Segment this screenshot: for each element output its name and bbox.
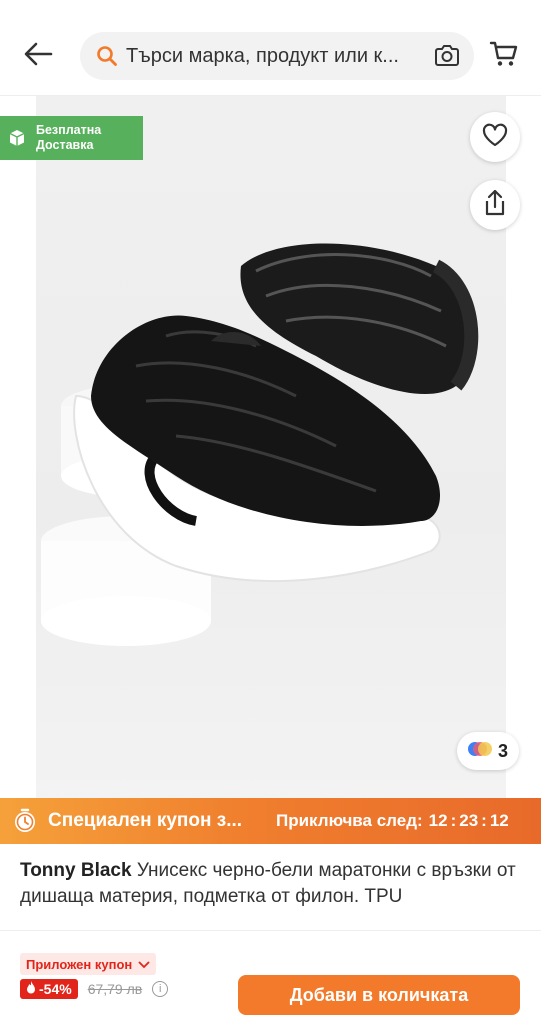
old-price: 67,79 лв	[87, 981, 143, 997]
box-icon	[8, 129, 26, 147]
countdown-separator: :	[450, 811, 457, 830]
discount-badge: -54%	[20, 979, 78, 999]
countdown-separator: :	[481, 811, 487, 830]
free-shipping-badge: Безплатна Доставка	[0, 116, 143, 160]
special-coupon-banner[interactable]: Специален купон з... Приключва след: 12 …	[0, 798, 541, 844]
applied-coupon-button[interactable]: Приложен купон	[20, 953, 157, 975]
product-title: Tonny Black Унисекс черно-бели маратонки…	[20, 858, 520, 910]
discount-value: -54%	[39, 981, 72, 997]
free-shipping-line1: Безплатна	[36, 123, 102, 137]
variants-count: 3	[497, 740, 508, 761]
heart-icon	[482, 123, 508, 152]
camera-icon[interactable]	[432, 41, 462, 71]
cart-icon	[489, 40, 519, 73]
coupon-countdown: Приключва след: 12 : 23 : 12	[276, 811, 541, 831]
coupon-ends-label: Приключва след:	[276, 811, 423, 830]
flame-icon	[26, 981, 36, 997]
product-image[interactable]	[36, 96, 506, 798]
chevron-down-icon	[138, 957, 150, 972]
info-icon[interactable]: i	[152, 981, 169, 997]
share-icon	[483, 189, 507, 222]
share-button[interactable]	[470, 180, 520, 230]
free-shipping-text: Безплатна Доставка	[36, 123, 101, 153]
wishlist-button[interactable]	[470, 112, 520, 162]
product-brand[interactable]: Tonny Black	[20, 860, 132, 881]
countdown-seconds: 12	[489, 811, 509, 830]
color-variants-chip[interactable]: 3	[457, 732, 519, 770]
countdown-hours: 12	[428, 811, 448, 830]
product-image-gallery[interactable]: Безплатна Доставка 3	[0, 96, 541, 798]
search-icon	[94, 43, 120, 69]
coupon-left: Специален купон з...	[0, 808, 276, 834]
countdown-minutes: 23	[459, 811, 479, 830]
search-placeholder: Търси марка, продукт или к...	[126, 44, 399, 67]
applied-coupon-label: Приложен купон	[26, 956, 133, 972]
bottom-purchase-bar: Приложен купон -54% 67,79 лв i Добави в …	[0, 930, 541, 1015]
top-header: Търси марка, продукт или к...	[0, 0, 541, 96]
sneaker-illustration	[41, 243, 479, 646]
back-arrow-icon	[23, 42, 53, 71]
add-to-cart-button[interactable]: Добави в количката	[238, 975, 520, 1015]
coupon-title: Специален купон з...	[48, 810, 243, 831]
clock-icon	[12, 808, 38, 834]
free-shipping-line2: Доставка	[36, 138, 94, 152]
color-swatches-icon	[467, 740, 492, 763]
cart-button[interactable]	[484, 36, 524, 76]
price-row: -54% 67,79 лв i	[20, 979, 169, 999]
search-input[interactable]: Търси марка, продукт или к...	[80, 32, 474, 80]
back-button[interactable]	[18, 36, 58, 76]
